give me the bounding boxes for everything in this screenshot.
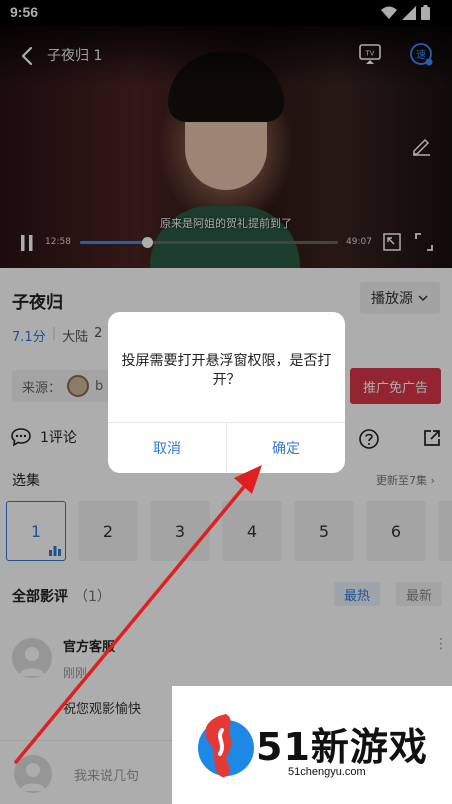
cancel-button[interactable]: 取消 <box>108 423 226 473</box>
confirm-button[interactable]: 确定 <box>227 423 345 473</box>
permission-dialog: 投屏需要打开悬浮窗权限，是否打开？ 取消 确定 <box>108 312 345 473</box>
dialog-message: 投屏需要打开悬浮窗权限，是否打开？ <box>121 353 332 388</box>
watermark: 51新游戏 51chengyu.com <box>172 686 452 804</box>
watermark-subtitle: 51chengyu.com <box>288 766 366 778</box>
brand-logo-icon <box>198 714 254 778</box>
watermark-title: 51新游戏 <box>256 725 428 769</box>
